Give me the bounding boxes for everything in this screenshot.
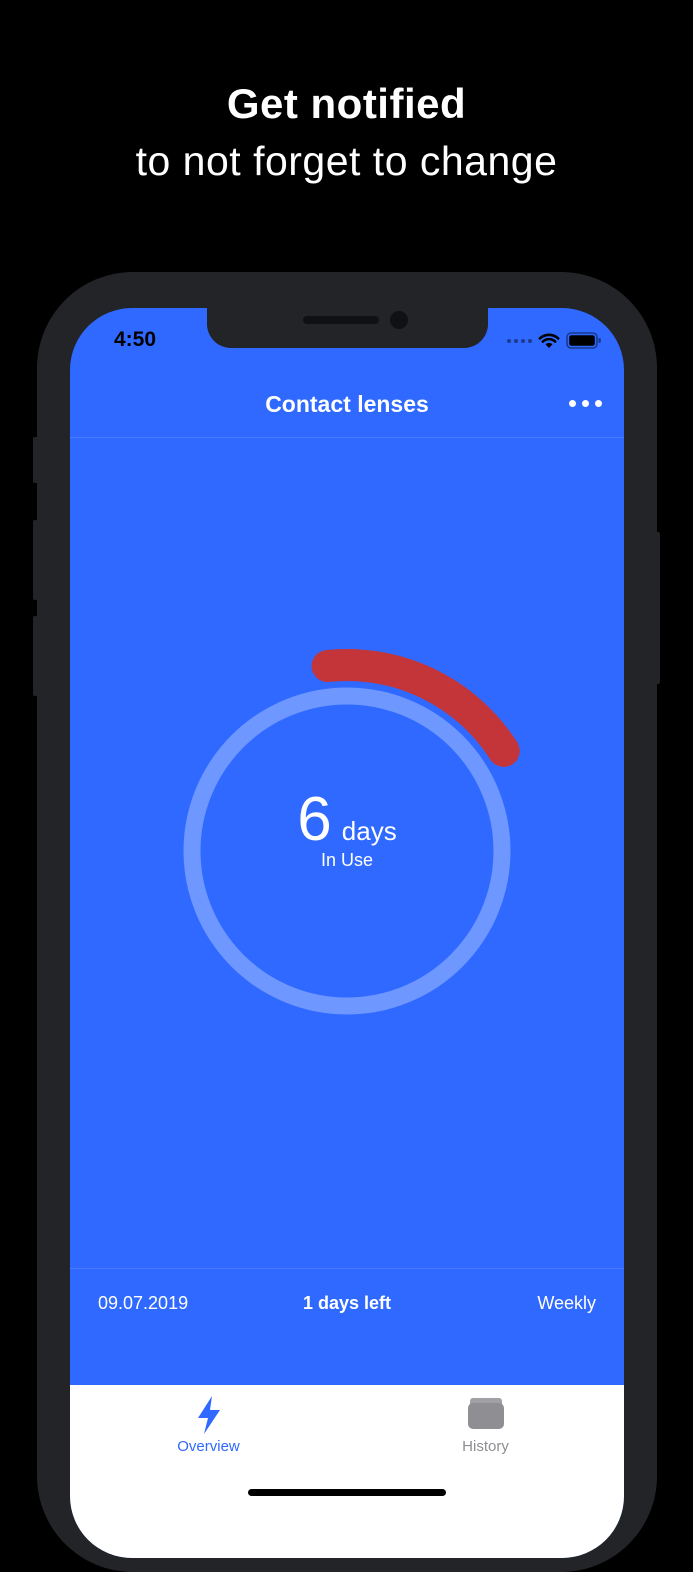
change-frequency: Weekly: [537, 1293, 596, 1313]
nav-title: Contact lenses: [265, 391, 429, 417]
phone-volume-down-button: [33, 616, 39, 696]
days-unit: days: [341, 816, 397, 846]
wallet-icon: [467, 1398, 504, 1429]
status-icons: [507, 332, 602, 349]
days-number: 6: [297, 785, 332, 854]
phone-side-button: [33, 437, 39, 483]
notch: [207, 308, 488, 348]
tab-history[interactable]: History: [347, 1385, 624, 1465]
lightning-icon: [197, 1396, 220, 1434]
tab-bar: Overview History: [70, 1385, 624, 1558]
home-indicator: [248, 1489, 446, 1496]
status-time: 4:50: [114, 328, 157, 351]
days-counter: 6 days: [70, 784, 624, 855]
speaker-grille: [303, 316, 379, 324]
cellular-dots-icon: [507, 338, 532, 343]
wifi-icon: [538, 333, 560, 348]
phone-power-button: [654, 532, 660, 684]
phone-screen: 4:50 Contact lenses 6 days In Use 09.07.2…: [70, 308, 624, 1558]
tab-history-label: History: [462, 1438, 509, 1455]
more-button[interactable]: [565, 396, 606, 411]
tab-overview-label: Overview: [177, 1438, 240, 1455]
in-use-label: In Use: [320, 850, 374, 870]
promo-subtitle: to not forget to change: [135, 138, 558, 184]
front-camera: [390, 311, 408, 329]
tab-overview[interactable]: Overview: [70, 1385, 347, 1465]
battery-icon: [566, 332, 601, 349]
phone-volume-up-button: [33, 520, 39, 600]
more-dots-icon: [569, 400, 576, 407]
info-divider: [70, 1268, 624, 1269]
nav-divider: [70, 437, 624, 438]
promo-title: Get notified: [226, 80, 467, 127]
